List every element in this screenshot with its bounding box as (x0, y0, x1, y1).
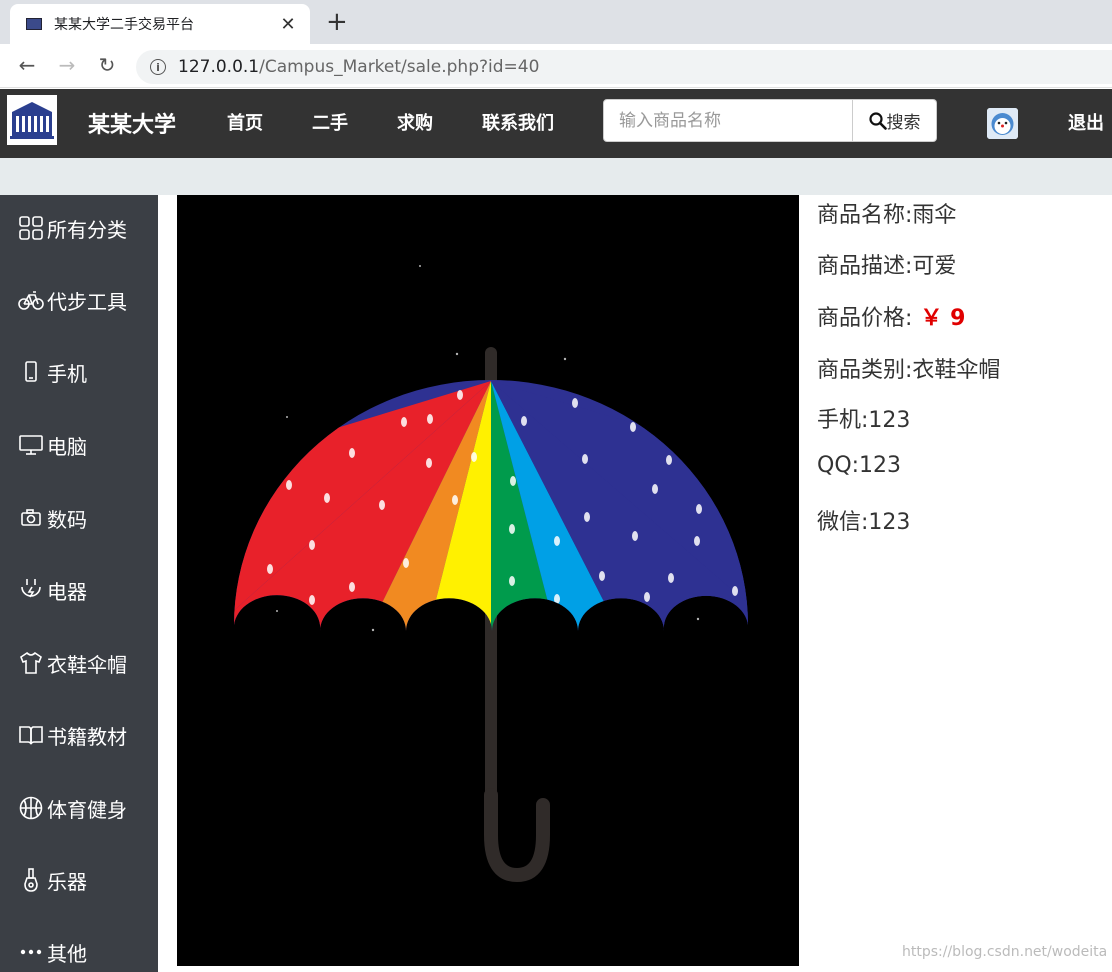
contact-qq: QQ:123 (817, 453, 902, 478)
price-value: ￥ 9 (920, 306, 966, 331)
nav-secondhand[interactable]: 二手 (312, 109, 348, 135)
phone-icon (25, 361, 37, 382)
site-header: 某某大学 首页 二手 求购 联系我们 搜索 退出 (0, 89, 1112, 158)
product-description: 商品描述:可爱 (817, 254, 957, 279)
nav-contact[interactable]: 联系我们 (482, 109, 554, 135)
product-category: 商品类别:衣鞋伞帽 (817, 358, 1001, 383)
nav-wanted[interactable]: 求购 (397, 109, 433, 135)
umbrella-image (234, 265, 748, 883)
logout-link[interactable]: 退出 (1068, 109, 1104, 135)
header-spacer (0, 158, 1112, 195)
user-avatar[interactable] (987, 108, 1018, 139)
shirt-icon (20, 651, 42, 674)
plug-icon (21, 579, 41, 598)
url-text: 127.0.0.1/Campus_Market/sale.php?id=40 (178, 57, 540, 77)
search-icon (868, 111, 887, 130)
tab-title: 某某大学二手交易平台 (54, 17, 194, 33)
sidebar-item-appliance[interactable]: 电器 (18, 575, 87, 605)
university-logo[interactable] (7, 95, 57, 145)
forward-arrow-icon[interactable]: → (54, 53, 80, 77)
search-button[interactable]: 搜索 (853, 99, 937, 142)
sidebar-item-transport[interactable]: 代步工具 (18, 285, 127, 315)
more-icon (20, 949, 42, 955)
browser-tabstrip: 某某大学二手交易平台 ✕ + (0, 0, 1112, 44)
product-price: 商品价格: ￥ 9 (817, 300, 965, 332)
sidebar-item-books[interactable]: 书籍教材 (18, 720, 127, 750)
reload-icon[interactable]: ↻ (94, 53, 120, 77)
search-form: 搜索 (603, 99, 937, 142)
product-image (177, 195, 799, 966)
new-tab-icon[interactable]: + (326, 8, 348, 36)
bicycle-icon (18, 291, 44, 310)
sidebar-item-all[interactable]: 所有分类 (18, 213, 127, 243)
contact-wechat: 微信:123 (817, 510, 911, 535)
back-arrow-icon[interactable]: ← (14, 53, 40, 77)
browser-tab[interactable]: 某某大学二手交易平台 ✕ (10, 4, 310, 44)
tab-close-icon[interactable]: ✕ (278, 14, 298, 35)
camera-icon (21, 509, 41, 526)
site-favicon-icon (26, 18, 42, 30)
sidebar-item-digital[interactable]: 数码 (18, 503, 87, 533)
book-icon (19, 726, 43, 745)
product-name: 商品名称:雨伞 (817, 203, 957, 228)
site-brand[interactable]: 某某大学 (88, 107, 176, 139)
contact-phone: 手机:123 (817, 408, 911, 433)
grid-icon (19, 216, 43, 240)
category-sidebar: 所有分类 代步工具 手机 电脑 数码 电器 衣鞋伞帽 书籍教材 体育健身 乐器 … (0, 195, 158, 972)
sidebar-item-sports[interactable]: 体育健身 (18, 793, 127, 823)
content-gutter (158, 195, 177, 972)
sidebar-item-computer[interactable]: 电脑 (18, 430, 87, 460)
price-label: 商品价格: (817, 306, 913, 331)
site-info-icon[interactable]: i (150, 59, 166, 75)
browser-toolbar: ← → ↻ i 127.0.0.1/Campus_Market/sale.php… (0, 44, 1112, 88)
sidebar-item-phone[interactable]: 手机 (18, 357, 87, 387)
monitor-icon (19, 435, 43, 455)
sidebar-item-instruments[interactable]: 乐器 (18, 865, 87, 895)
address-bar[interactable]: i 127.0.0.1/Campus_Market/sale.php?id=40 (136, 50, 1112, 84)
watermark-text: https://blog.csdn.net/wodeita (902, 944, 1108, 960)
sidebar-item-other[interactable]: 其他 (18, 937, 87, 967)
search-input[interactable] (603, 99, 853, 142)
guitar-icon (24, 868, 38, 892)
basketball-icon (19, 796, 43, 820)
sidebar-item-clothing[interactable]: 衣鞋伞帽 (18, 648, 127, 678)
nav-home[interactable]: 首页 (227, 109, 263, 135)
